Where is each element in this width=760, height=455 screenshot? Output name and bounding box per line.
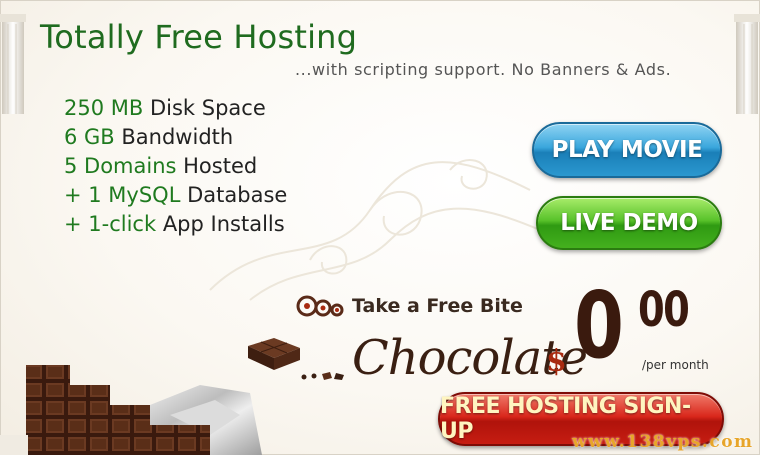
feature-text: App Installs: [156, 212, 285, 236]
feature-item: 6 GB Bandwidth: [64, 123, 287, 152]
feature-highlight: 5 Domains: [64, 154, 177, 178]
page-title: Totally Free Hosting: [40, 18, 358, 56]
feature-highlight: + 1-click: [64, 212, 157, 236]
feature-item: 250 MB Disk Space: [64, 94, 287, 123]
feature-text: Database: [180, 183, 288, 207]
feature-text: Bandwidth: [114, 125, 234, 149]
feature-highlight: + 1 MySQL: [64, 183, 181, 207]
chocolate-bar-image: [0, 365, 262, 455]
feature-item: 5 Domains Hosted: [64, 152, 287, 181]
feature-text: Hosted: [176, 154, 258, 178]
feature-text: Disk Space: [143, 96, 266, 120]
subtitle: ...with scripting support. No Banners & …: [295, 60, 672, 79]
watermark: www.138vps.com: [572, 432, 754, 452]
feature-highlight: 6 GB: [64, 125, 115, 149]
bite-mark-icon: [296, 295, 344, 317]
promo-tagline: Take a Free Bite: [352, 295, 523, 317]
hosting-banner: Totally Free Hosting ...with scripting s…: [0, 0, 760, 455]
price-cents: 00: [638, 282, 690, 338]
pillar-icon: [734, 14, 760, 114]
live-demo-button[interactable]: LIVE DEMO: [536, 196, 722, 250]
price-whole: 0: [574, 272, 624, 379]
price-currency: $: [546, 344, 567, 379]
crumbs-icon: [301, 372, 344, 380]
feature-item: + 1-click App Installs: [64, 210, 287, 239]
feature-item: + 1 MySQL Database: [64, 181, 287, 210]
feature-list: 250 MB Disk Space 6 GB Bandwidth 5 Domai…: [64, 94, 287, 239]
price-period: /per month: [642, 358, 709, 372]
feature-highlight: 250 MB: [64, 96, 144, 120]
play-movie-button[interactable]: PLAY MOVIE: [532, 122, 722, 178]
pillar-icon: [0, 14, 26, 114]
